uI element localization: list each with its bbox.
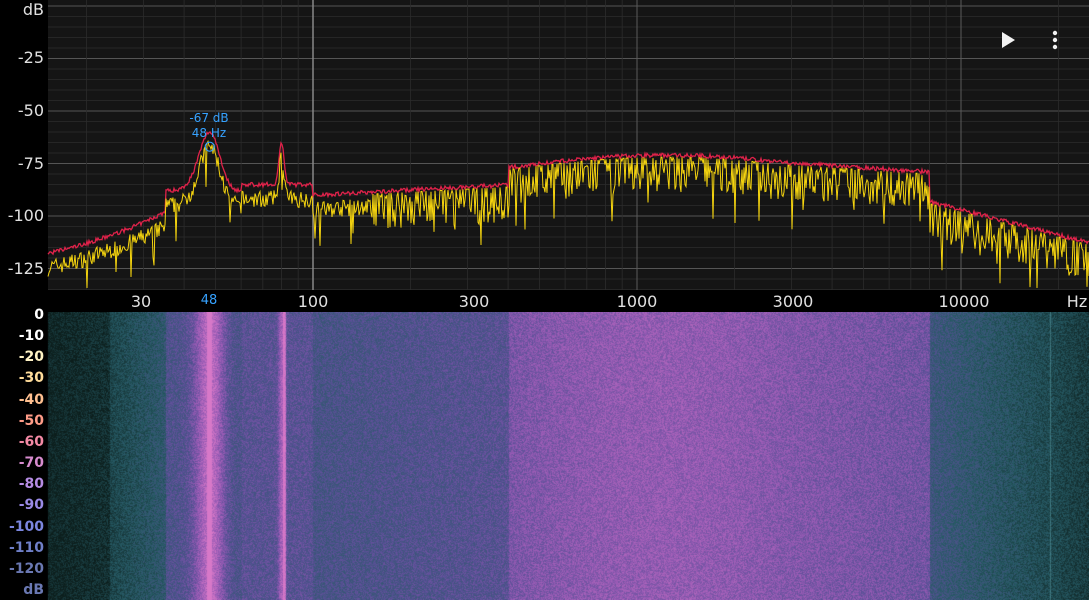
x-axis-unit-label: Hz (1066, 292, 1088, 311)
x-peak-frequency-label: 48 (200, 293, 218, 308)
scale-label: -40 (18, 392, 44, 408)
y-tick-label: -125 (7, 259, 44, 278)
peak-hz-label: 48 Hz (191, 126, 227, 140)
peak-db-label: -67 dB (189, 111, 229, 125)
y-tick-label: -75 (17, 154, 44, 173)
scale-label: 0 (34, 307, 44, 323)
scale-label: -120 (8, 561, 44, 577)
peak-readout: -67 dB 48 Hz (189, 111, 228, 141)
scale-label: -30 (18, 370, 44, 386)
y-tick-label: -50 (17, 101, 44, 120)
spectrogram-waterfall[interactable] (0, 312, 1089, 600)
scale-label: -110 (8, 540, 44, 556)
scale-label: -10 (18, 328, 44, 344)
x-tick-label: 100 (297, 292, 329, 311)
spectrum-plot-area (48, 0, 1089, 290)
y-tick-label: -100 (7, 206, 44, 225)
scale-label: -90 (18, 497, 44, 513)
spectrum-chart[interactable] (0, 0, 1089, 312)
scale-unit-label: dB (23, 582, 44, 598)
scale-label: -50 (18, 413, 44, 429)
scale-label: -70 (18, 455, 44, 471)
x-tick-label: 3000 (772, 292, 814, 311)
x-tick-label: 1000 (616, 292, 658, 311)
scale-label: -20 (18, 349, 44, 365)
play-button[interactable] (992, 24, 1024, 56)
scale-label: -60 (18, 434, 44, 450)
y-tick-label: -25 (17, 48, 44, 67)
scale-label: -100 (8, 519, 44, 535)
overflow-menu-button[interactable] (1039, 24, 1071, 56)
y-axis-unit-label: dB (22, 0, 44, 19)
more-vert-icon (1052, 30, 1058, 50)
x-tick-label: 10000 (938, 292, 990, 311)
play-icon (1002, 32, 1015, 48)
x-tick-label: 300 (458, 292, 490, 311)
scale-label: -80 (18, 476, 44, 492)
x-tick-label: 30 (130, 292, 152, 311)
